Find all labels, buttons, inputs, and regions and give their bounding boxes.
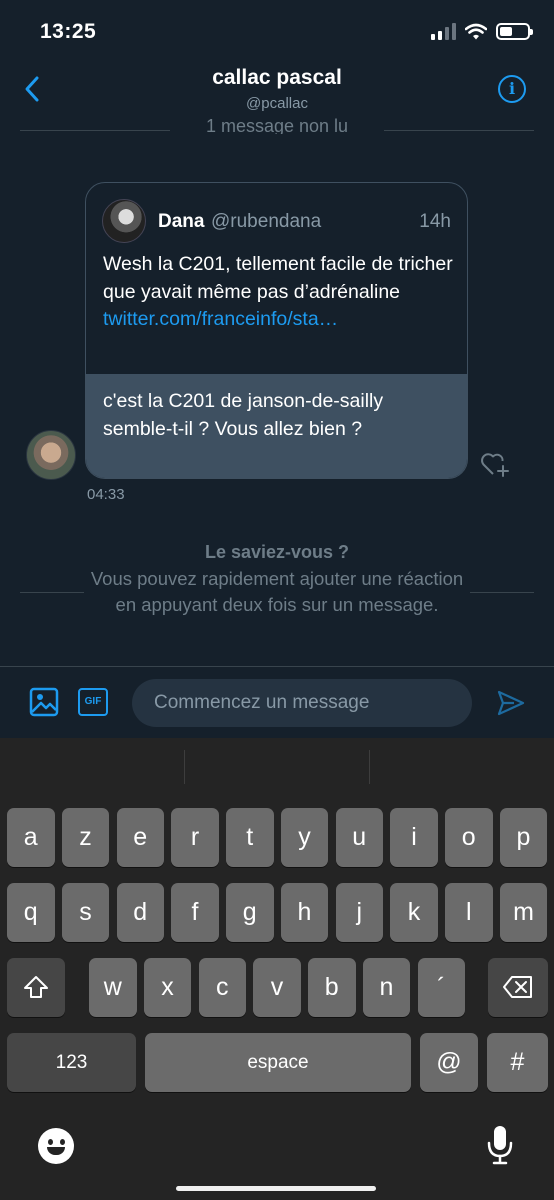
wifi-icon [465, 23, 487, 39]
emoji-icon[interactable] [38, 1128, 74, 1164]
key-l[interactable]: l [445, 883, 493, 942]
prediction-divider [184, 750, 185, 784]
image-icon[interactable] [29, 687, 59, 717]
quoted-time: 14h [419, 211, 451, 232]
quoted-text: Wesh la C201, tellement facile de triche… [103, 251, 453, 334]
key-y[interactable]: y [280, 808, 329, 867]
status-icons [431, 22, 533, 40]
key-n[interactable]: n [362, 958, 411, 1017]
status-bar: 13:25 [0, 0, 554, 66]
key-o[interactable]: o [445, 808, 493, 867]
key-e[interactable]: e [116, 808, 164, 867]
sender-avatar[interactable] [26, 430, 76, 480]
quoted-body: Wesh la C201, tellement facile de triche… [103, 253, 453, 303]
key-a[interactable]: a [7, 808, 55, 867]
home-indicator [176, 1186, 376, 1191]
key-t[interactable]: t [226, 808, 274, 867]
key-h[interactable]: h [280, 883, 329, 942]
key-c[interactable]: c [198, 958, 246, 1017]
at-key[interactable]: @ [420, 1033, 478, 1092]
key-k[interactable]: k [390, 883, 438, 942]
key-r[interactable]: r [171, 808, 219, 867]
key-w[interactable]: w [89, 958, 137, 1017]
key-u[interactable]: u [335, 808, 383, 867]
unread-label: 1 message non lu [205, 116, 349, 134]
space-key[interactable]: espace [145, 1033, 411, 1092]
key-v[interactable]: v [253, 958, 301, 1017]
quoted-avatar [102, 199, 146, 243]
numbers-key[interactable]: 123 [7, 1033, 136, 1092]
shift-key[interactable] [7, 958, 65, 1017]
key-i[interactable]: i [390, 808, 438, 867]
key-f[interactable]: f [171, 883, 219, 942]
divider-line [20, 592, 84, 593]
key-x[interactable]: x [143, 958, 192, 1017]
message-text: c'est la C201 de janson-de-sailly semble… [86, 374, 467, 478]
gif-button[interactable]: GIF [78, 688, 108, 716]
microphone-icon[interactable] [485, 1124, 515, 1166]
conversation-title: callac pascal [212, 66, 342, 89]
message-time: 04:33 [87, 486, 125, 503]
signal-icon [431, 22, 456, 40]
key-m[interactable]: m [499, 883, 548, 942]
conversation-handle: @pcallac [246, 95, 308, 112]
key-q[interactable]: q [7, 883, 55, 942]
message-composer: GIF [0, 666, 554, 738]
quoted-link[interactable]: twitter.com/franceinfo/sta… [103, 308, 338, 330]
prediction-divider [369, 750, 370, 784]
send-icon[interactable] [496, 688, 526, 718]
key-b[interactable]: b [308, 958, 356, 1017]
key-g[interactable]: g [226, 883, 274, 942]
unread-divider: 1 message non lu [20, 114, 534, 134]
quoted-author-handle: @rubendana [211, 211, 322, 232]
add-reaction-icon[interactable] [480, 450, 510, 478]
message-input[interactable] [132, 679, 472, 727]
backspace-key[interactable] [488, 958, 548, 1017]
tip-title: Le saviez-vous ? [204, 542, 350, 562]
key-j[interactable]: j [335, 883, 383, 942]
status-time: 13:25 [40, 20, 97, 43]
battery-icon [496, 22, 533, 40]
tip-body: Vous pouvez rapidement ajouter une réact… [90, 568, 464, 615]
key-z[interactable]: z [61, 808, 110, 867]
key-accent[interactable]: ´ [417, 958, 465, 1017]
divider-line [470, 592, 534, 593]
backspace-icon [503, 976, 532, 998]
info-icon[interactable]: i [498, 75, 526, 103]
key-d[interactable]: d [116, 883, 164, 942]
shift-icon [24, 976, 48, 998]
key-s[interactable]: s [61, 883, 110, 942]
key-p[interactable]: p [499, 808, 548, 867]
quoted-author-name: Dana [158, 211, 205, 232]
quoted-tweet[interactable]: Dana @rubendana 14h Wesh la C201, tellem… [86, 183, 467, 374]
message-bubble[interactable]: Dana @rubendana 14h Wesh la C201, tellem… [85, 182, 468, 479]
conversation-header: callac pascal @pcallac i [0, 62, 554, 120]
hash-key[interactable]: # [487, 1033, 548, 1092]
